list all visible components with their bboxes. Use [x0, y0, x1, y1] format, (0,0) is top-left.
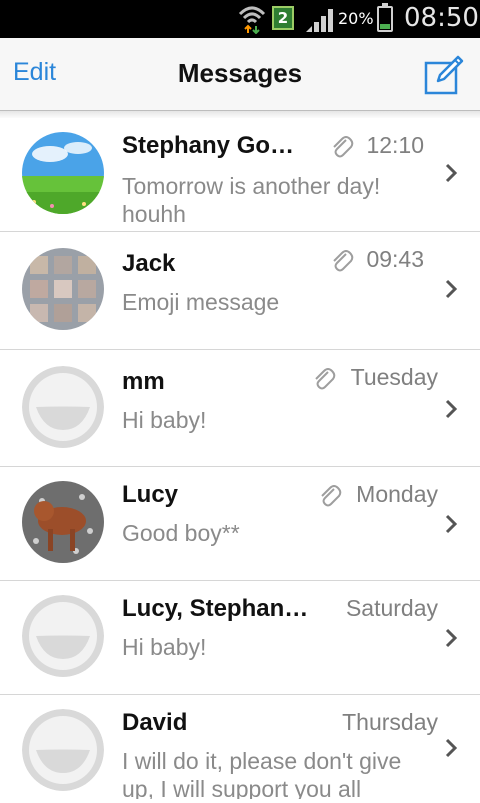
chevron-right-icon — [445, 738, 458, 758]
message-preview: Good boy** — [122, 520, 240, 546]
page-title: Messages — [177, 58, 303, 88]
chevron-right-icon — [445, 514, 458, 534]
contact-name: Lucy — [122, 481, 179, 508]
message-preview: Hi baby! — [122, 634, 207, 660]
conversation-row[interactable]: Lucy Monday Good boy** — [0, 467, 480, 581]
contact-name: Stephany Go… — [122, 132, 295, 159]
message-time: 12:10 — [366, 132, 424, 158]
message-time: 09:43 — [366, 246, 424, 272]
default-avatar-icon — [22, 709, 104, 791]
chevron-right-icon — [445, 399, 458, 419]
conversation-row[interactable]: David Thursday I will do it, please don'… — [0, 695, 480, 803]
battery-fill — [380, 24, 390, 29]
message-time: Saturday — [345, 595, 438, 621]
attachment-icon — [315, 368, 336, 390]
battery-icon — [377, 3, 393, 32]
message-time: Thursday — [342, 709, 438, 735]
message-preview: I will do it, please don't give up, I wi… — [122, 748, 402, 799]
contact-name: Lucy, Stephan… — [122, 595, 309, 622]
conversation-row[interactable]: Jack 09:43 Emoji message — [0, 232, 480, 350]
attachment-icon — [333, 250, 354, 272]
avatar — [22, 248, 104, 330]
default-avatar-icon — [22, 595, 104, 677]
signal-icon — [306, 9, 333, 32]
message-preview: Hi baby! — [122, 407, 207, 433]
chevron-right-icon — [445, 279, 458, 299]
attachment-icon — [333, 136, 354, 158]
avatar — [22, 132, 104, 214]
contact-name: Jack — [122, 250, 176, 277]
message-preview: Emoji message — [122, 289, 280, 315]
compose-icon[interactable] — [424, 55, 464, 95]
battery-percent: 20% — [338, 9, 374, 28]
conversation-list[interactable]: Stephany Go… 12:10 Tomorrow is another d… — [0, 118, 480, 803]
attachment-icon — [321, 485, 342, 507]
app-header: Edit Messages — [0, 38, 480, 111]
wifi-icon — [238, 6, 266, 34]
chevron-right-icon — [445, 628, 458, 648]
conversation-row[interactable]: mm Tuesday Hi baby! — [0, 350, 480, 467]
chevron-right-icon — [445, 163, 458, 183]
message-preview: Tomorrow is another day! houhh — [122, 173, 381, 227]
clock: 08:50 — [404, 3, 479, 33]
conversation-row[interactable]: Lucy, Stephan… Saturday Hi baby! — [0, 581, 480, 695]
message-time: Monday — [356, 481, 438, 507]
contact-name: mm — [122, 368, 165, 395]
contact-name: David — [122, 709, 188, 736]
status-bar: 2 20% 08:50 — [0, 0, 480, 38]
conversation-row[interactable]: Stephany Go… 12:10 Tomorrow is another d… — [0, 118, 480, 232]
message-time: Tuesday — [350, 364, 438, 390]
avatar — [22, 481, 104, 563]
sim-icon: 2 — [272, 6, 294, 30]
default-avatar-icon — [22, 366, 104, 448]
